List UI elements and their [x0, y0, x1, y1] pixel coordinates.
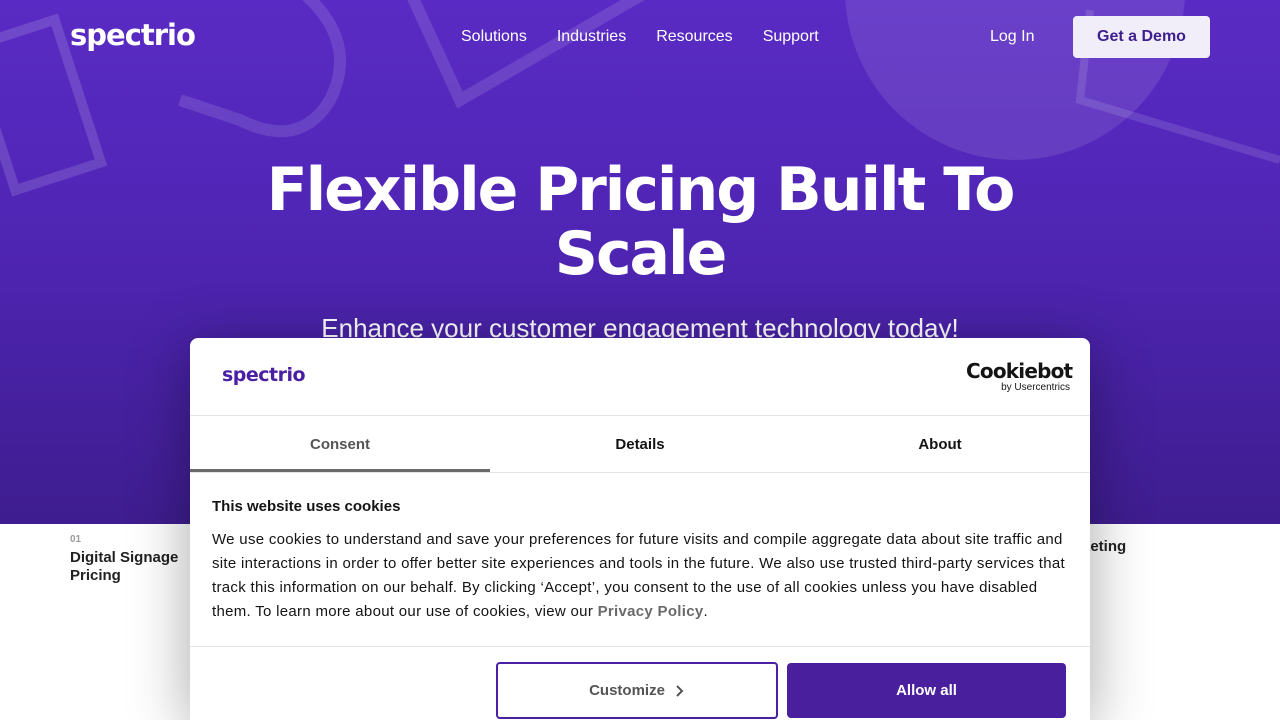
- cookiebot-wordmark: Cookiebot: [966, 359, 1073, 383]
- dialog-divider: [190, 472, 1090, 473]
- pricing-tab-digital-signage[interactable]: 01 Digital Signage Pricing: [70, 534, 210, 585]
- nav-link-solutions[interactable]: Solutions: [461, 28, 527, 46]
- dialog-brand-logo: spectrio: [222, 364, 306, 386]
- tab-label: keting: [1082, 538, 1127, 555]
- cookiebot-logo[interactable]: Cookiebot by Usercentrics: [966, 359, 1073, 393]
- dialog-divider: [190, 646, 1090, 647]
- cookie-body-text: We use cookies to understand and save yo…: [212, 528, 1068, 624]
- hero-title: Flexible Pricing Built To Scale: [266, 155, 1016, 289]
- tab-details[interactable]: Details: [490, 416, 790, 472]
- get-demo-button[interactable]: Get a Demo: [1073, 16, 1210, 58]
- tab-number: 01: [70, 534, 82, 545]
- nav-link-resources[interactable]: Resources: [656, 28, 732, 46]
- dialog-tabs: Consent Details About: [190, 416, 1090, 472]
- chevron-right-icon: [676, 684, 684, 697]
- cookiebot-byline: by Usercentrics: [1001, 382, 1070, 393]
- nav-link-industries[interactable]: Industries: [557, 28, 626, 46]
- customize-button[interactable]: Customize: [496, 662, 778, 719]
- tab-consent[interactable]: Consent: [190, 416, 490, 472]
- customize-label: Customize: [589, 682, 665, 699]
- cookie-consent-dialog: spectrio Cookiebot by Usercentrics Conse…: [190, 338, 1090, 720]
- cookie-heading: This website uses cookies: [212, 498, 401, 515]
- tab-label: Digital Signage Pricing: [70, 549, 179, 584]
- login-link[interactable]: Log In: [990, 28, 1034, 46]
- privacy-policy-link[interactable]: Privacy Policy: [598, 603, 704, 620]
- nav-links: Solutions Industries Resources Support: [461, 28, 819, 46]
- pricing-tab-marketing[interactable]: keting: [1082, 534, 1202, 556]
- nav-link-support[interactable]: Support: [763, 28, 819, 46]
- tab-about[interactable]: About: [790, 416, 1090, 472]
- spectrio-logo[interactable]: spectrio: [70, 18, 196, 52]
- allow-all-button[interactable]: Allow all: [787, 663, 1066, 718]
- cookie-body-end: .: [703, 603, 708, 620]
- top-navigation: spectrio Solutions Industries Resources …: [0, 0, 1280, 74]
